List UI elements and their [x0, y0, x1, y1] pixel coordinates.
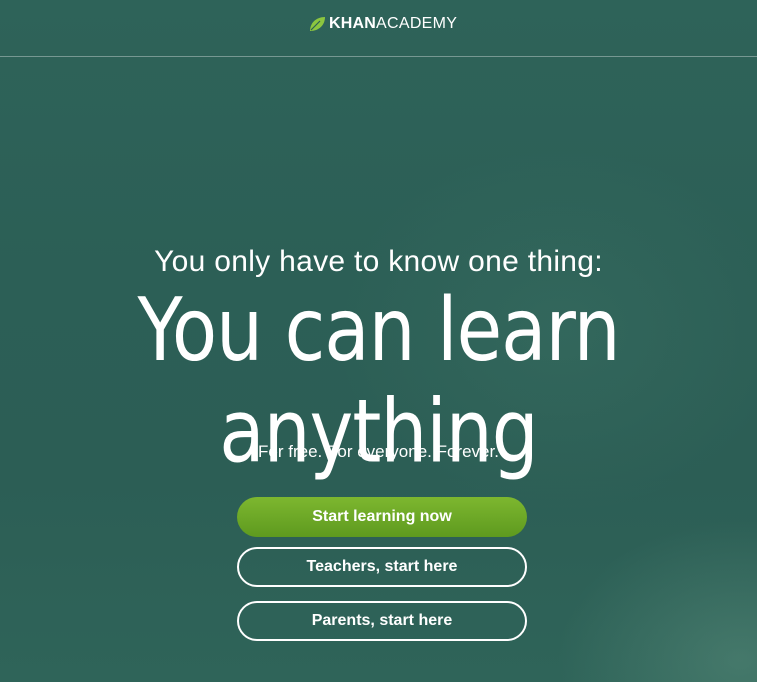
logo-wordmark-light: ACADEMY [376, 15, 458, 32]
teachers-start-button[interactable]: Teachers, start here [237, 547, 527, 587]
hero-tagline: You only have to know one thing: [154, 245, 603, 278]
start-learning-button[interactable]: Start learning now [237, 497, 527, 537]
khan-academy-logo[interactable]: KHAN ACADEMY [308, 13, 457, 35]
logo-wordmark-bold: KHAN [329, 15, 377, 32]
hero-subline: For free. For everyone. Forever. [258, 442, 499, 461]
leaf-icon [310, 17, 325, 31]
parents-start-button[interactable]: Parents, start here [237, 601, 527, 641]
site-header: KHAN ACADEMY [0, 0, 757, 57]
